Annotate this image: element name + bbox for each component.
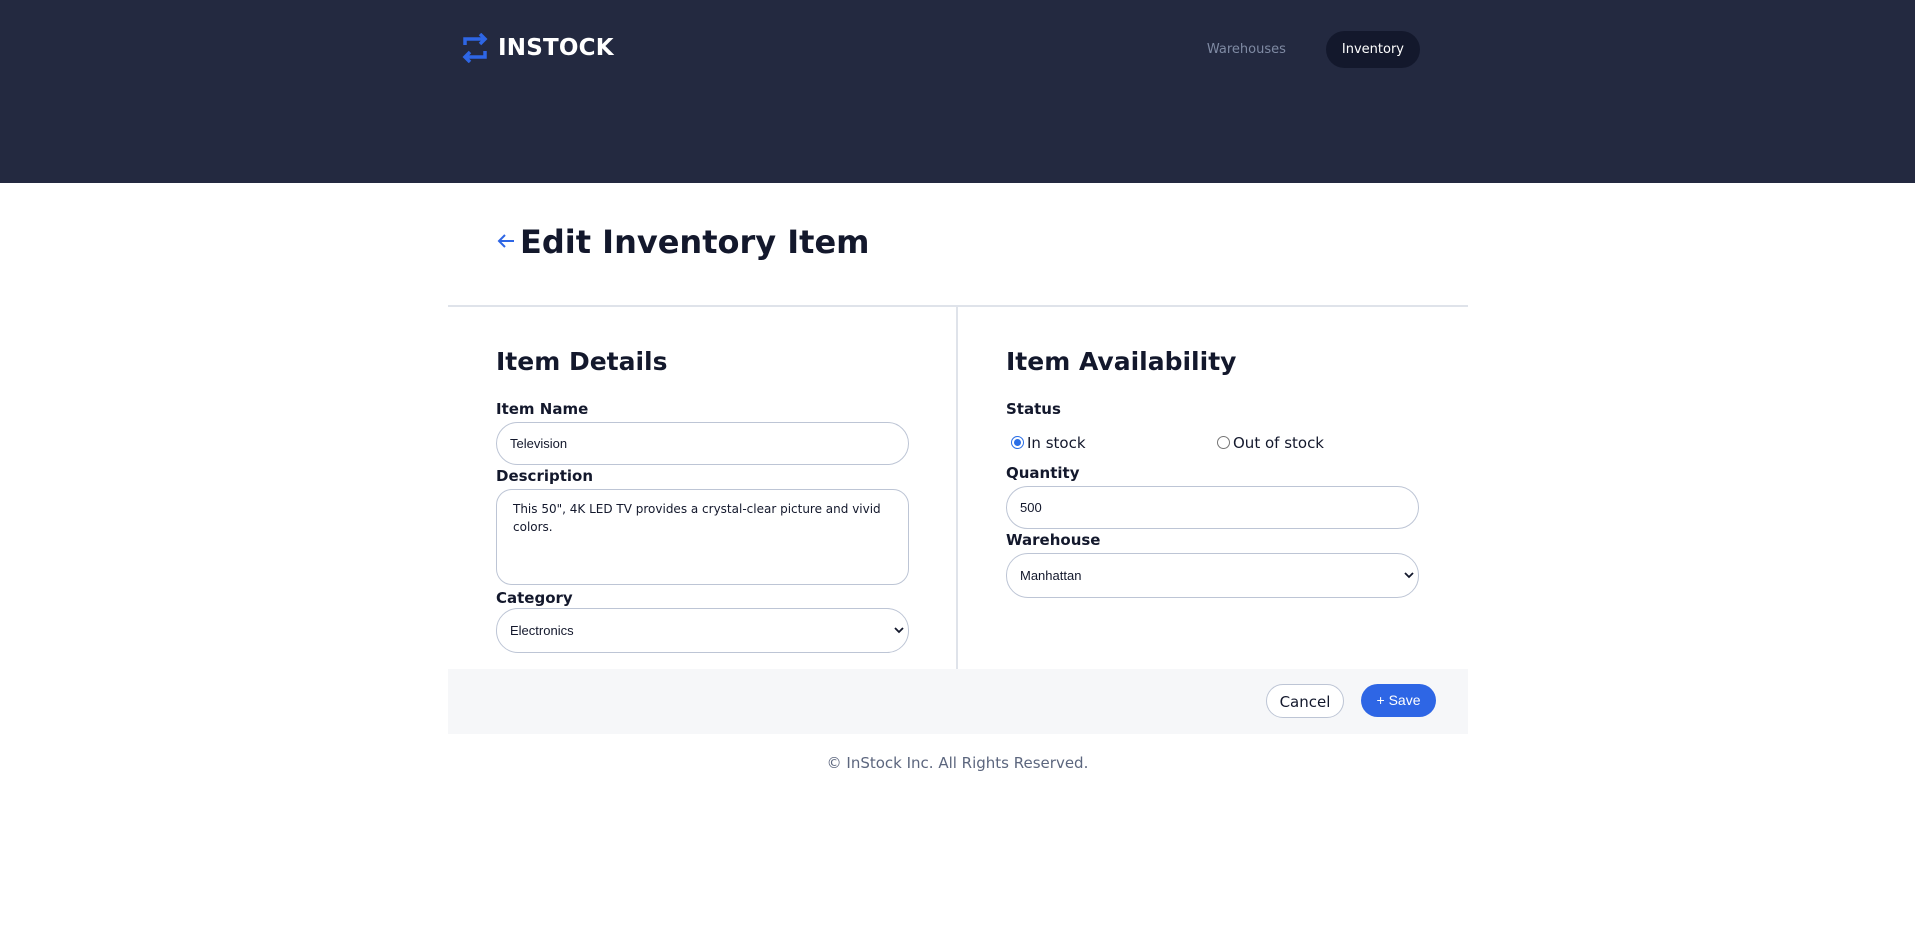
brand-name: INSTOCK [498, 35, 614, 61]
item-availability-section: Item Availability Status In stock Out of… [958, 307, 1468, 669]
save-button[interactable]: + Save [1361, 684, 1436, 717]
out-of-stock-label: Out of stock [1233, 434, 1324, 452]
warehouse-value: Manhattan [1020, 568, 1082, 583]
category-value: Electronics [510, 623, 574, 638]
form-actions: Cancel + Save [448, 669, 1468, 734]
copyright-text: © InStock Inc. All Rights Reserved. [826, 754, 1089, 772]
item-details-section: Item Details Item Name Television Descri… [448, 307, 958, 669]
page-header: Edit Inventory Item [448, 183, 1468, 307]
item-availability-title: Item Availability [1006, 347, 1237, 376]
brand-logo[interactable]: INSTOCK [462, 31, 614, 65]
item-name-label: Item Name [496, 400, 589, 418]
description-textarea[interactable]: This 50", 4K LED TV provides a crystal-c… [496, 489, 909, 585]
arrow-left-icon[interactable] [497, 233, 515, 249]
item-details-title: Item Details [496, 347, 668, 376]
category-label: Category [496, 589, 573, 607]
top-header: INSTOCK Warehouses Inventory [0, 0, 1915, 183]
status-label: Status [1006, 400, 1061, 418]
item-name-input[interactable]: Television [496, 422, 909, 465]
description-label: Description [496, 467, 594, 485]
swap-arrows-icon [462, 33, 488, 63]
category-select[interactable]: Electronics [496, 608, 909, 653]
status-radio-group: In stock Out of stock [1006, 434, 1406, 454]
chevron-down-icon [1404, 572, 1414, 579]
warehouse-select[interactable]: Manhattan [1006, 553, 1419, 598]
warehouse-label: Warehouse [1006, 531, 1101, 549]
quantity-label: Quantity [1006, 464, 1080, 482]
nav-item-inventory[interactable]: Inventory [1325, 31, 1420, 68]
in-stock-label: In stock [1027, 434, 1086, 452]
chevron-down-icon [894, 627, 904, 634]
cancel-button[interactable]: Cancel [1266, 684, 1344, 718]
nav-item-warehouses[interactable]: Warehouses [1191, 31, 1302, 68]
in-stock-radio[interactable] [1011, 436, 1024, 449]
main-nav: Warehouses Inventory [1191, 31, 1420, 68]
page-title: Edit Inventory Item [520, 223, 870, 261]
quantity-input[interactable]: 500 [1006, 486, 1419, 529]
out-of-stock-radio[interactable] [1217, 436, 1230, 449]
